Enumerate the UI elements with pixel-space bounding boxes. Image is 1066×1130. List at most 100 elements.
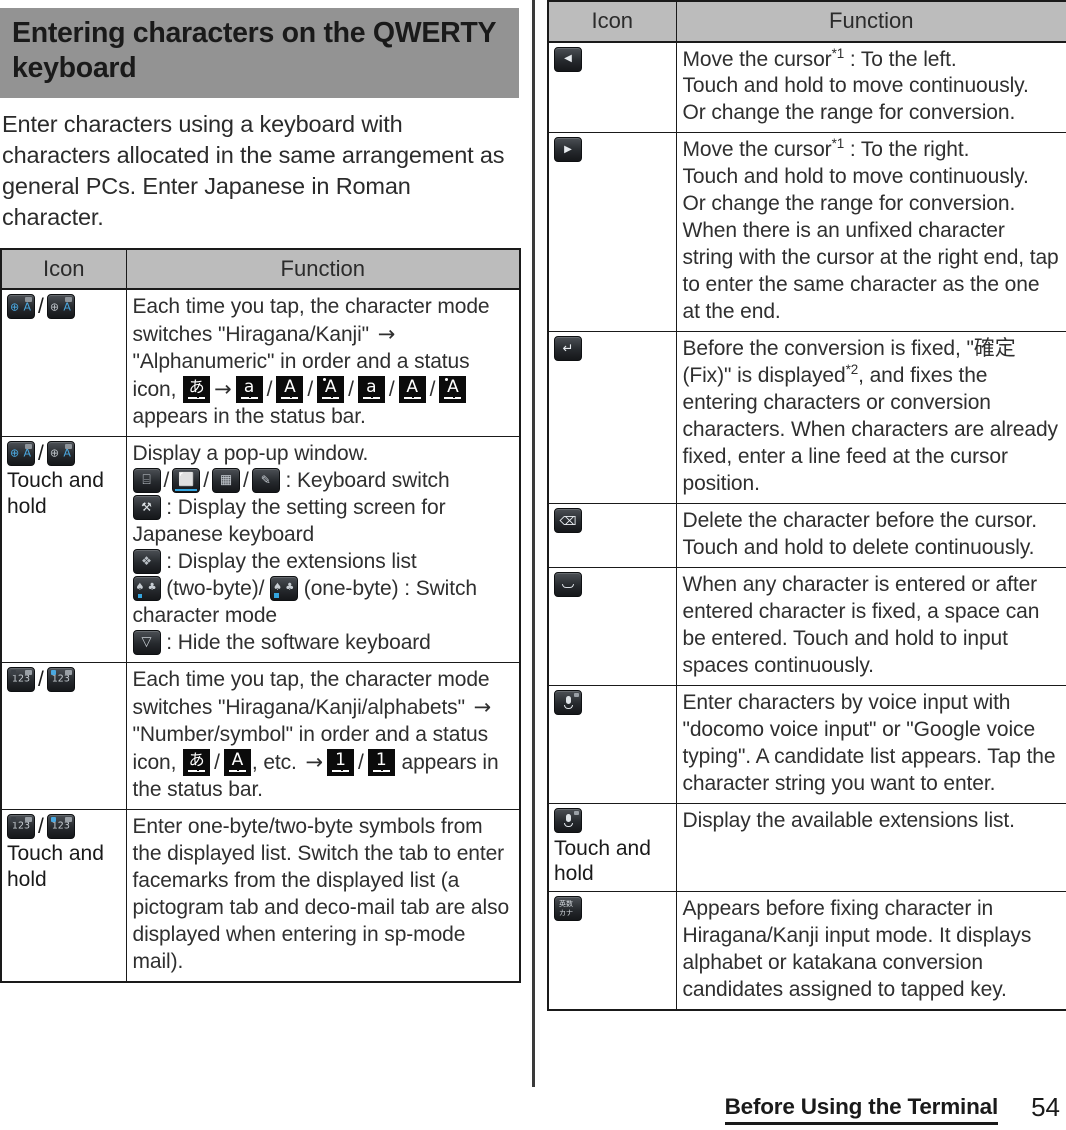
page-footer: Before Using the Terminal 54 xyxy=(0,1088,1066,1130)
arrow-icon: → xyxy=(305,749,324,774)
cell-icon xyxy=(547,685,677,805)
keyboard-switch-globe-a-blue-icon: ⊕ A xyxy=(7,440,35,466)
table-row: ⌫ Delete the character before the cursor.… xyxy=(547,503,1066,569)
status-bar-icon-あ: あ xyxy=(183,375,211,403)
microphone-voice-icon xyxy=(554,808,582,834)
column-header-icon: Icon xyxy=(547,0,677,43)
arrow-icon: → xyxy=(473,694,492,719)
touch-and-hold-label: Touch and hold xyxy=(554,836,651,885)
cell-function: Display a pop-up window. ⌸ / ⬜ / ▦ / ✎ : Keyboa… xyxy=(125,435,521,663)
cell-icon: ↵ xyxy=(547,331,677,505)
footer-page-number: 54 xyxy=(1031,1092,1060,1122)
separator-slash: / xyxy=(358,750,364,774)
touch-and-hold-label: Touch and hold xyxy=(7,842,104,891)
handwriting-icon: ✎ xyxy=(251,467,280,493)
arrow-icon: → xyxy=(214,376,232,401)
column-header-function: Function xyxy=(675,0,1066,43)
cell-function: Delete the character before the cursor. … xyxy=(675,503,1066,569)
grid-keyboard-icon: ▦ xyxy=(212,467,240,493)
table-row: ▶ Move the cursor*1 : To the right. Touch … xyxy=(547,132,1066,333)
separator-slash: / xyxy=(388,377,395,401)
number-symbol-blue-icon: 123 xyxy=(46,813,75,839)
manual-page: Entering characters on the QWERTY keyboa… xyxy=(0,0,1066,1130)
cell-function: Move the cursor*1 : To the right. Touch a… xyxy=(675,132,1066,333)
table-body-left: ⊕ A / ⊕ A Each time you tap, the character mo… xyxy=(0,288,521,983)
cell-icon: 英数 カナ xyxy=(547,891,677,1011)
cell-function: Display the available extensions list. xyxy=(675,803,1066,893)
arrow-icon: → xyxy=(377,322,396,347)
table-row: Enter characters by voice input with "do… xyxy=(547,685,1066,805)
status-bar-icon-1: 1 xyxy=(367,748,395,776)
backspace-delete-icon: ⌫ xyxy=(554,508,582,534)
status-bar-icon-a: a xyxy=(235,375,263,403)
hide-keyboard-icon: ▽ xyxy=(132,629,161,655)
page-title: Entering characters on the QWERTY keyboa… xyxy=(12,17,496,84)
cell-function: Enter one-byte/two-byte symbols from the… xyxy=(125,808,521,983)
status-bar-icon-A: A xyxy=(223,748,251,776)
space-bar-icon xyxy=(554,572,582,598)
table-row: When any character is entered or after e… xyxy=(547,567,1066,687)
left-column: Entering characters on the QWERTY keyboa… xyxy=(0,0,521,983)
keyboard-switch-globe-a-gray-icon: ⊕ A xyxy=(46,294,75,320)
microphone-voice-icon xyxy=(554,690,582,716)
table-row: 123/123 Each time you tap, the character … xyxy=(0,661,521,810)
separator-slash: / xyxy=(38,441,44,465)
separator-slash: / xyxy=(348,377,354,401)
phone-keypad-icon: ⌸ xyxy=(132,467,161,493)
function-table-right: Icon Function ◀ Move the cursor*1 : To th… xyxy=(547,0,1066,1012)
table-row: ⊕ A / ⊕ A Each time you tap, the character mo… xyxy=(0,288,521,437)
separator-slash: / xyxy=(266,377,273,401)
enter-return-arrow-icon: ↵ xyxy=(554,336,582,362)
cell-function: When any character is entered or after e… xyxy=(675,567,1066,687)
status-bar-icon-a: a xyxy=(357,375,385,403)
separator-slash: / xyxy=(243,468,249,492)
touch-and-hold-label: Touch and hold xyxy=(7,469,104,518)
cell-icon xyxy=(547,567,677,687)
keyboard-switch-globe-a-gray-icon: ⊕ A xyxy=(46,440,75,466)
status-bar-icon-A: A xyxy=(317,375,345,403)
cell-icon: ⊕ A / ⊕ A Touch and hold xyxy=(0,435,127,663)
status-bar-icon-A: A xyxy=(439,375,467,403)
two-byte-icon: ♠ ♣ xyxy=(132,575,161,601)
intro-paragraph: Enter characters using a keyboard with c… xyxy=(2,110,505,231)
separator-slash: / xyxy=(214,750,220,774)
one-byte-icon: ♠ ♣ xyxy=(270,575,299,601)
separator-slash: / xyxy=(203,468,209,492)
number-symbol-blue-icon: 123 xyxy=(46,666,75,692)
cursor-left-arrow-icon: ◀ xyxy=(554,46,582,72)
cell-function: Enter characters by voice input with "do… xyxy=(675,685,1066,805)
cell-function: Each time you tap, the character mode sw… xyxy=(125,661,521,810)
footnote-marker: *1 xyxy=(831,136,845,152)
number-symbol-gray-icon: 123 xyxy=(7,813,35,839)
katakana-conversion-icon: 英数 カナ xyxy=(554,896,582,922)
column-header-icon: Icon xyxy=(0,248,127,291)
cursor-right-arrow-icon: ▶ xyxy=(554,137,582,163)
right-column: Icon Function ◀ Move the cursor*1 : To th… xyxy=(547,0,1066,1012)
cell-icon: 123/123 xyxy=(0,661,127,810)
separator-slash: / xyxy=(38,295,44,319)
table-row: Touch and hold Display the available exte… xyxy=(547,803,1066,893)
status-bar-icon-1: 1 xyxy=(327,748,354,776)
cell-icon: ⊕ A / ⊕ A xyxy=(0,288,127,437)
cell-function: Appears before fixing character in Hirag… xyxy=(675,891,1066,1011)
column-header-function: Function xyxy=(125,248,521,291)
tools-icon: ⚒ xyxy=(132,494,161,520)
status-bar-icon-A: A xyxy=(398,375,426,403)
table-row: ⊕ A / ⊕ A Touch and hold Display a pop-up wind… xyxy=(0,435,521,663)
column-divider xyxy=(532,0,535,1087)
footnote-marker: *1 xyxy=(831,45,845,61)
separator-slash: / xyxy=(307,377,314,401)
status-bar-icon-A: A xyxy=(276,375,304,403)
function-table-left: Icon Function ⊕ A / ⊕ A Each time you tap, th… xyxy=(0,247,521,983)
cell-icon: ⌫ xyxy=(547,503,677,569)
separator-slash: / xyxy=(38,814,44,838)
footnote-marker: *2 xyxy=(845,362,859,378)
cell-icon: ◀ xyxy=(547,40,677,134)
table-row: ◀ Move the cursor*1 : To the left. Touch a… xyxy=(547,40,1066,134)
cell-icon: 123/123 Touch and hold xyxy=(0,808,127,983)
separator-slash: / xyxy=(163,468,170,492)
cell-icon: ▶ xyxy=(547,132,677,333)
qwerty-keyboard-icon: ⬜ xyxy=(172,467,201,493)
status-bar-icon-あ: あ xyxy=(183,748,211,776)
footer-chapter-title: Before Using the Terminal xyxy=(724,1094,998,1125)
